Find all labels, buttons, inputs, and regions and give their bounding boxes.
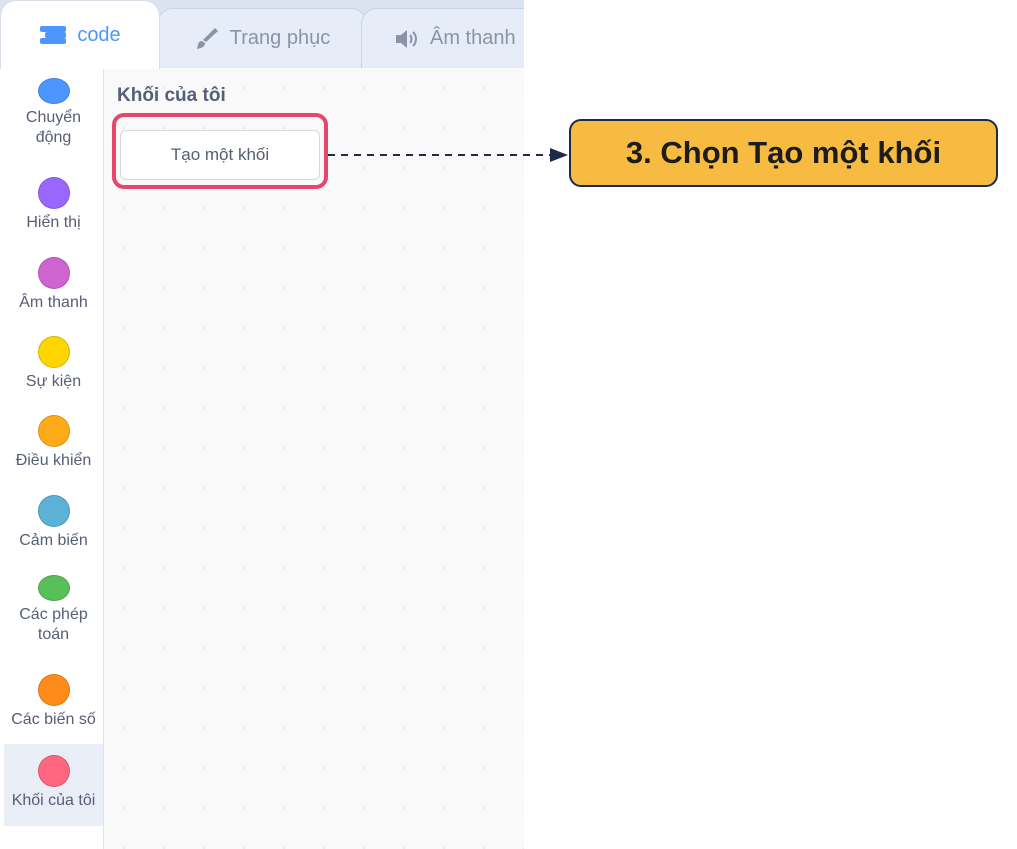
category-color-dot xyxy=(37,755,70,787)
palette-section-title: Khối của tôi xyxy=(117,85,226,106)
category-menu: Chuyển động Hiển thị Âm thanh Sự kiện Đi… xyxy=(0,68,104,849)
category-looks[interactable]: Hiển thị xyxy=(4,167,103,247)
category-events[interactable]: Sự kiện xyxy=(4,326,103,406)
category-color-dot xyxy=(37,257,70,289)
instruction-callout: 3. Chọn Tạo một khối xyxy=(569,119,998,187)
highlight-box xyxy=(112,113,328,189)
code-blocks-icon xyxy=(39,24,67,46)
category-color-dot xyxy=(37,575,70,601)
category-color-dot xyxy=(37,415,70,447)
tab-label: Trang phục xyxy=(229,27,331,49)
category-sound[interactable]: Âm thanh xyxy=(4,247,103,327)
category-color-dot xyxy=(37,674,70,706)
category-label: Chuyển động xyxy=(25,109,82,146)
paintbrush-icon xyxy=(194,26,220,52)
category-motion[interactable]: Chuyển động xyxy=(4,68,103,148)
speaker-icon xyxy=(394,28,420,50)
tab-costumes[interactable]: Trang phục xyxy=(157,8,367,68)
category-my-blocks[interactable]: Khối của tôi xyxy=(4,744,103,826)
tab-strip: Trang phục Âm thanh code xyxy=(0,0,524,69)
category-color-dot xyxy=(37,495,70,527)
tab-label: code xyxy=(77,23,121,46)
category-control[interactable]: Điều khiển xyxy=(4,405,103,485)
category-label: Âm thanh xyxy=(19,294,88,311)
category-label: Sự kiện xyxy=(25,373,82,390)
category-color-dot xyxy=(37,336,70,368)
category-color-dot xyxy=(37,78,70,104)
tab-sounds[interactable]: Âm thanh xyxy=(361,8,524,68)
category-operators[interactable]: Các phép toán xyxy=(4,565,103,645)
category-color-dot xyxy=(37,177,70,209)
tab-code[interactable]: code xyxy=(0,0,160,69)
dashed-arrow-connector xyxy=(328,148,568,162)
tab-label: Âm thanh xyxy=(430,27,516,49)
category-label: Các phép toán xyxy=(19,606,88,643)
category-variables[interactable]: Các biến số xyxy=(4,664,103,744)
category-label: Điều khiển xyxy=(15,452,92,469)
category-label: Các biến số xyxy=(11,711,96,728)
category-sensing[interactable]: Cảm biến xyxy=(4,485,103,565)
category-label: Hiển thị xyxy=(26,214,81,231)
category-label: Cảm biến xyxy=(19,532,88,549)
category-label: Khối của tôi xyxy=(11,792,96,809)
